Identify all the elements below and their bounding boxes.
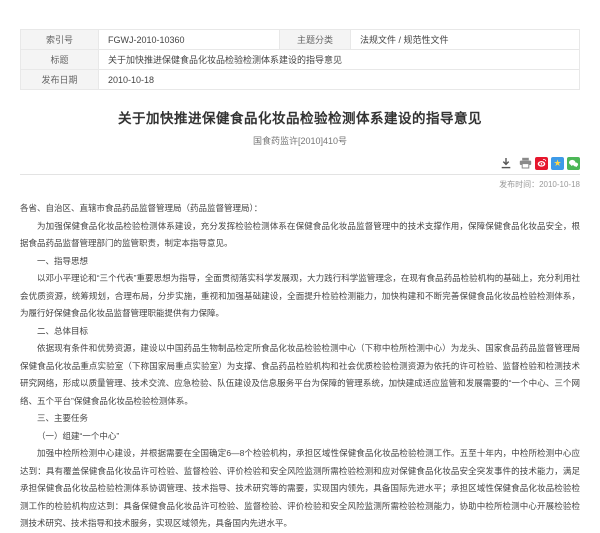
- meta-row-title: 标题 关于加快推进保健食品化妆品检验检测体系建设的指导意见: [21, 50, 580, 70]
- category-value: 法规文件 / 规范性文件: [351, 30, 580, 50]
- page-title: 关于加快推进保健食品化妆品检验检测体系建设的指导意见: [20, 107, 580, 127]
- section-2-paragraph: 依据现有条件和优势资源，建设以中国药品生物制品检定所食品化妆品检验检测中心（下称…: [20, 340, 580, 410]
- title-separator: [20, 174, 580, 175]
- document-page: 索引号 FGWJ-2010-10360 主题分类 法规文件 / 规范性文件 标题…: [20, 0, 580, 533]
- section-heading-3: 三、主要任务: [20, 410, 580, 428]
- category-label: 主题分类: [280, 30, 351, 50]
- print-icon[interactable]: [519, 157, 532, 169]
- section-3-subheading-1: （一）组建“一个中心”: [20, 428, 580, 446]
- document-body: 各省、自治区、直辖市食品药品监督管理局（药品监督管理局）： 为加强保健食品化妆品…: [20, 200, 580, 533]
- section-1-paragraph: 以邓小平理论和“三个代表”重要思想为指导，全面贯彻落实科学发展观，大力践行科学监…: [20, 270, 580, 323]
- wechat-share-icon[interactable]: [567, 157, 580, 170]
- title-value: 关于加快推进保健食品化妆品检验检测体系建设的指导意见: [99, 50, 580, 70]
- title-label: 标题: [21, 50, 99, 70]
- salutation: 各省、自治区、直辖市食品药品监督管理局（药品监督管理局）：: [20, 200, 580, 218]
- index-number-label: 索引号: [21, 30, 99, 50]
- index-number-value: FGWJ-2010-10360: [99, 30, 280, 50]
- download-icon[interactable]: [500, 157, 512, 169]
- document-meta-table: 索引号 FGWJ-2010-10360 主题分类 法规文件 / 规范性文件 标题…: [20, 29, 580, 90]
- weibo-share-icon[interactable]: [535, 157, 548, 170]
- section-3-paragraph: 加强中检所检测中心建设，并根据需要在全国确定6—8个检验机构，承担区域性保健食品…: [20, 445, 580, 533]
- publish-date-value: 2010-10-18: [99, 70, 580, 90]
- document-number: 国食药监许[2010]410号: [20, 134, 580, 147]
- publish-time: 发布时间：2010-10-18: [20, 179, 580, 190]
- section-heading-2: 二、总体目标: [20, 323, 580, 341]
- article-toolbar: ★: [20, 156, 580, 170]
- qzone-share-icon[interactable]: ★: [551, 157, 564, 170]
- publish-date-label: 发布日期: [21, 70, 99, 90]
- meta-row-date: 发布日期 2010-10-18: [21, 70, 580, 90]
- meta-row-index: 索引号 FGWJ-2010-10360 主题分类 法规文件 / 规范性文件: [21, 30, 580, 50]
- intro-paragraph: 为加强保健食品化妆品检验检测体系建设，充分发挥检验检测体系在保健食品化妆品监督管…: [20, 218, 580, 253]
- section-heading-1: 一、指导思想: [20, 253, 580, 271]
